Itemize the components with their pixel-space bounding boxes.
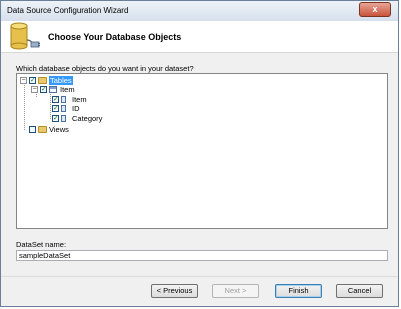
cancel-button[interactable]: Cancel <box>336 284 383 298</box>
close-icon: x <box>372 4 378 14</box>
views-label: Views <box>49 125 69 134</box>
column-checkbox[interactable]: ✓ <box>52 96 59 103</box>
finish-button[interactable]: Finish <box>275 284 322 298</box>
tree-node-column[interactable]: ✓ Category <box>52 114 102 123</box>
tree-node-tables[interactable]: − ✓ Tables <box>20 76 73 85</box>
database-connect-icon <box>10 22 40 50</box>
item-table-checkbox[interactable]: ✓ <box>40 86 47 93</box>
next-button[interactable]: Next > <box>212 284 259 298</box>
column-checkbox[interactable]: ✓ <box>52 115 59 122</box>
folder-icon <box>38 125 47 134</box>
collapse-icon[interactable]: − <box>20 77 27 84</box>
tree-line <box>50 94 51 119</box>
tables-label: Tables <box>49 76 73 85</box>
tree-node-column[interactable]: ✓ Item <box>52 95 87 104</box>
objects-prompt: Which database objects do you want in yo… <box>16 64 194 73</box>
tree-node-column[interactable]: ✓ ID <box>52 104 80 113</box>
column-icon <box>61 114 70 123</box>
tree-line <box>24 80 25 130</box>
collapse-icon[interactable]: − <box>31 86 38 93</box>
dataset-name-input[interactable] <box>16 250 388 261</box>
table-icon <box>49 85 58 94</box>
previous-button[interactable]: < Previous <box>151 284 198 298</box>
window-title: Data Source Configuration Wizard <box>7 6 129 15</box>
tables-checkbox[interactable]: ✓ <box>29 77 36 84</box>
views-checkbox[interactable] <box>29 126 36 133</box>
close-button[interactable]: x <box>359 2 391 17</box>
column-checkbox[interactable]: ✓ <box>52 105 59 112</box>
footer-divider <box>1 276 398 277</box>
column-icon <box>61 104 70 113</box>
page-title: Choose Your Database Objects <box>48 32 182 42</box>
tree-node-item-table[interactable]: − ✓ Item <box>31 85 75 94</box>
title-bar[interactable]: Data Source Configuration Wizard x <box>1 1 398 22</box>
item-table-label: Item <box>60 85 75 94</box>
column-label: Category <box>72 114 103 123</box>
column-label: Item <box>72 95 87 104</box>
wizard-header: Choose Your Database Objects <box>1 21 398 53</box>
tree-node-views[interactable]: Views <box>20 125 69 134</box>
dataset-name-label: DataSet name: <box>16 240 67 249</box>
column-icon <box>61 95 70 104</box>
folder-icon <box>38 76 47 85</box>
database-objects-tree[interactable]: − ✓ Tables − ✓ Item ✓ Item ✓ ID ✓ Catego… <box>16 73 388 229</box>
wizard-window: Data Source Configuration Wizard x Choos… <box>0 0 399 307</box>
column-label: ID <box>72 104 80 113</box>
